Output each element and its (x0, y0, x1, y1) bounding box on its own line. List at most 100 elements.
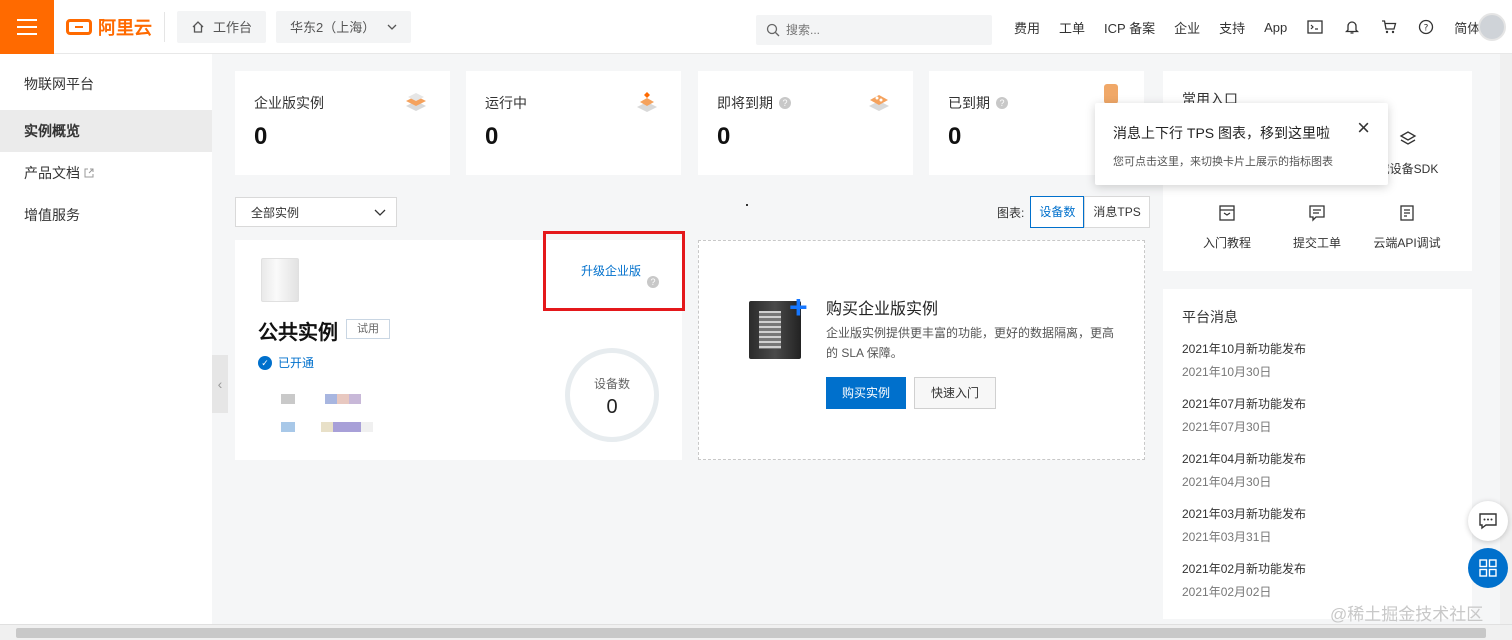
bell-icon[interactable] (1343, 18, 1361, 36)
buy-instance-button[interactable]: 购买实例 (826, 377, 906, 409)
instance-filter-value: 全部实例 (251, 205, 300, 220)
news-item-date: 2021年07月30日 (1182, 420, 1272, 434)
news-item[interactable]: 2021年03月新功能发布 2021年03月31日 (1182, 505, 1306, 545)
vertical-scrollbar[interactable] (1500, 54, 1512, 624)
chevron-down-icon (387, 24, 397, 30)
sidebar-item-value-added[interactable]: 增值服务 (0, 194, 212, 236)
chevron-down-icon (374, 209, 386, 216)
cart-icon[interactable] (1380, 18, 1398, 36)
news-item[interactable]: 2021年02月新功能发布 2021年02月02日 (1182, 560, 1306, 600)
chart-switch-label: 图表: (997, 205, 1025, 220)
close-icon[interactable]: × (1357, 115, 1370, 141)
news-item[interactable]: 2021年10月新功能发布 2021年10月30日 (1182, 340, 1306, 380)
nav-app[interactable]: App (1264, 20, 1287, 35)
news-item-title: 2021年02月新功能发布 (1182, 562, 1307, 576)
top-nav: 费用 工单 ICP 备案 企业 支持 App ? 简体 (1014, 0, 1480, 54)
sidebar-item-label: 产品文档 (24, 165, 80, 181)
grid-icon (1479, 559, 1497, 577)
entry-label: 云端API调试 (1373, 236, 1441, 250)
watermark: @稀土掘金技术社区 (1330, 605, 1484, 624)
cube-expiring-icon (869, 95, 889, 111)
platform-news-panel: 平台消息 2021年10月新功能发布 2021年10月30日 2021年07月新功… (1163, 289, 1472, 619)
highlight-box (543, 231, 685, 311)
stat-value: 0 (485, 123, 499, 150)
news-item-date: 2021年02月02日 (1182, 585, 1272, 599)
search-icon (766, 23, 780, 37)
chat-icon (1479, 513, 1497, 530)
plus-icon: + (789, 289, 808, 325)
avatar[interactable] (1478, 13, 1506, 41)
sidebar-item-product-docs[interactable]: 产品文档 (0, 152, 212, 194)
nav-icp[interactable]: ICP 备案 (1104, 18, 1155, 37)
language-switch[interactable]: 简体 (1454, 18, 1480, 37)
stat-card-expiring: 即将到期? 0 (698, 71, 913, 175)
stat-label: 企业版实例 (254, 95, 324, 111)
entry-submit-ticket[interactable]: 提交工单 (1272, 203, 1362, 251)
region-selector[interactable]: 华东2（上海） (276, 10, 412, 43)
device-count-value: 0 (606, 396, 618, 418)
external-link-icon (84, 168, 94, 178)
status-badge: ✓ 已开通 (258, 354, 314, 371)
nav-tickets[interactable]: 工单 (1059, 18, 1085, 37)
news-item[interactable]: 2021年04月新功能发布 2021年04月30日 (1182, 450, 1306, 490)
hamburger-menu-button[interactable] (0, 0, 54, 54)
sidebar-title: 物联网平台 (24, 76, 94, 92)
cube-stack-icon (406, 93, 426, 111)
layers-icon (1399, 131, 1417, 145)
home-icon (192, 20, 204, 33)
stat-card-running: 运行中 0 (466, 71, 681, 175)
stray-dot (746, 204, 748, 206)
entry-tutorial[interactable]: 入门教程 (1182, 203, 1272, 251)
logo-text: 阿里云 (98, 17, 152, 38)
help-icon[interactable]: ? (779, 97, 791, 109)
cube-expired-icon (1104, 84, 1118, 104)
terminal-icon[interactable] (1306, 18, 1324, 36)
search-input[interactable] (786, 23, 966, 37)
buy-card-title: 购买企业版实例 (826, 301, 939, 318)
server-icon (261, 258, 299, 302)
news-item-title: 2021年10月新功能发布 (1182, 342, 1307, 356)
search-box[interactable] (756, 15, 992, 45)
buy-enterprise-card: + 购买企业版实例 企业版实例提供更丰富的功能，更好的数据隔离，更高的 SLA … (698, 240, 1145, 460)
device-count-ring: 设备数 0 (565, 348, 659, 442)
tooltip-body: 您可点击这里，来切换卡片上展示的指标图表 (1113, 156, 1333, 168)
region-label: 华东2（上海） (290, 20, 376, 35)
quick-start-button[interactable]: 快速入门 (914, 377, 996, 409)
workbench-button[interactable]: 工作台 (177, 10, 267, 43)
entry-api-debug[interactable]: 云端API调试 (1362, 203, 1452, 251)
public-instance-title: 公共实例 (258, 322, 338, 344)
entry-label: 提交工单 (1292, 236, 1341, 250)
nav-support[interactable]: 支持 (1219, 18, 1245, 37)
masked-info (281, 422, 373, 432)
chart-option-devices[interactable]: 设备数 (1030, 196, 1085, 228)
apps-grid-button[interactable] (1468, 548, 1508, 588)
help-circle-icon[interactable]: ? (1417, 18, 1435, 36)
chart-option-tps[interactable]: 消息TPS (1084, 196, 1150, 228)
stat-value: 0 (717, 123, 731, 150)
sidebar-item-label: 增值服务 (24, 207, 80, 223)
help-icon[interactable]: ? (996, 97, 1008, 109)
stat-label: 运行中 (485, 95, 527, 111)
device-count-label: 设备数 (593, 377, 630, 391)
aliyun-logo[interactable]: 阿里云 (66, 11, 165, 42)
sidebar: 物联网平台 实例概览 产品文档 增值服务 (0, 54, 212, 624)
news-item[interactable]: 2021年07月新功能发布 2021年07月30日 (1182, 395, 1306, 435)
nav-fees[interactable]: 费用 (1014, 18, 1040, 37)
sidebar-collapse-handle[interactable]: ‹ (212, 355, 228, 413)
sidebar-item-instance-overview[interactable]: 实例概览 (0, 110, 212, 152)
workbench-label: 工作台 (213, 20, 253, 35)
feedback-chat-button[interactable] (1468, 501, 1508, 541)
horizontal-scrollbar[interactable] (0, 624, 1512, 640)
tps-chart-tooltip: 消息上下行 TPS 图表，移到这里啦 您可点击这里，来切换卡片上展示的指标图表 … (1095, 103, 1388, 185)
trial-tag: 试用 (346, 319, 390, 339)
sidebar-item-label: 实例概览 (24, 123, 80, 139)
nav-enterprise[interactable]: 企业 (1174, 18, 1200, 37)
book-icon (1219, 205, 1235, 221)
chart-switch: 图表: 设备数 消息TPS (997, 196, 1150, 228)
instance-filter-select[interactable]: 全部实例 (235, 197, 397, 227)
top-bar: 阿里云 工作台 华东2（上海） 费用 工单 ICP 备案 企业 支持 App ?… (0, 0, 1512, 54)
status-text: 已开通 (278, 356, 315, 370)
entry-label: 入门教程 (1202, 236, 1251, 250)
scrollbar-thumb[interactable] (16, 628, 1486, 638)
api-debug-icon (1400, 205, 1414, 221)
